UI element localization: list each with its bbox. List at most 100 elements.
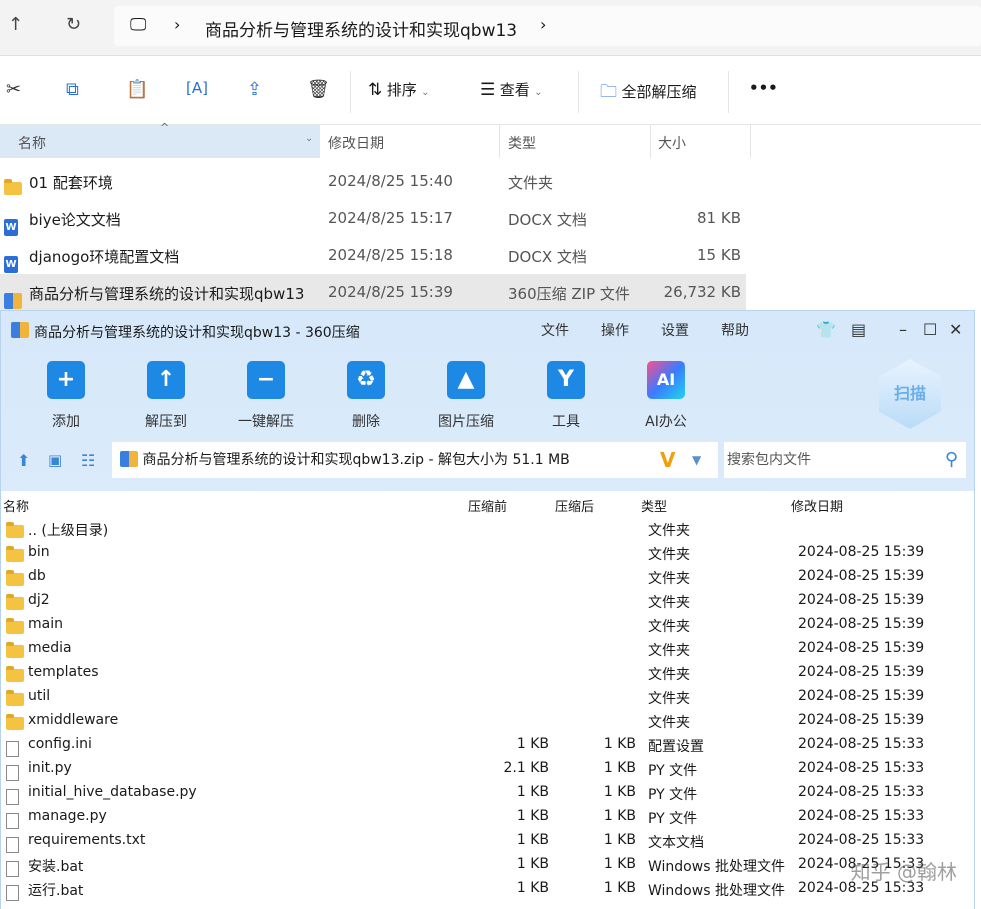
thumbnail-view-icon[interactable]: ▣ [48,451,62,469]
file-name: 商品分析与管理系统的设计和实现qbw13 [29,285,305,303]
add-button[interactable]: + 添加 [26,361,106,431]
tools-button[interactable]: Y 工具 [526,361,606,431]
tool-label: AI办公 [645,414,687,430]
share-icon[interactable]: ⇪ [247,79,262,100]
delete-icon[interactable]: 🗑 [307,79,330,100]
file-icon [6,837,19,853]
file-name: manage.py [28,808,107,824]
archive-row[interactable]: util 文件夹 2024-08-25 15:39 [1,685,974,709]
feedback-icon[interactable]: ▤ [851,320,866,339]
file-date: 2024-08-25 15:39 [798,616,925,632]
computer-icon: 🖵 [130,15,147,35]
more-options-icon[interactable]: ••• [749,79,778,97]
paste-icon[interactable]: 📋 [126,79,148,100]
refresh-icon[interactable]: ↻ [66,14,81,35]
archive-row[interactable]: media 文件夹 2024-08-25 15:39 [1,637,974,661]
up-arrow-icon[interactable]: ↑ [8,14,23,35]
tool-label: 删除 [352,414,380,430]
folder-icon [6,546,24,562]
archive-row[interactable]: init.py 2.1 KB 1 KB PY 文件 2024-08-25 15:33 [1,757,974,781]
view-label: 查看 [499,81,530,99]
up-level-icon[interactable]: ⬆ [17,451,30,470]
tool-label: 工具 [552,414,580,430]
folder-icon [6,570,24,586]
chevron-right-icon[interactable]: › [540,15,546,34]
rename-icon[interactable]: [A] [186,79,208,97]
minimize-icon[interactable]: – [899,320,907,339]
archive-row[interactable]: db 文件夹 2024-08-25 15:39 [1,565,974,589]
archive-row[interactable]: templates 文件夹 2024-08-25 15:39 [1,661,974,685]
file-type: PY 文件 [648,787,698,803]
list-view-icon[interactable]: ☷ [81,451,95,470]
chevron-down-icon[interactable]: ⌄ [305,133,313,144]
close-icon[interactable]: ✕ [949,320,962,339]
menu-file[interactable]: 文件 [541,320,569,340]
archive-row[interactable]: manage.py 1 KB 1 KB PY 文件 2024-08-25 15:33 [1,805,974,829]
sort-icon: ⇅ [368,80,383,100]
ai-office-button[interactable]: AI AI办公 [626,361,706,431]
menu-settings[interactable]: 设置 [661,320,689,340]
file-type: 文件夹 [648,523,690,539]
folder-icon [6,666,24,682]
file-icon [6,861,19,877]
column-size[interactable]: 大小 [658,133,686,153]
archive-row[interactable]: 运行.bat 1 KB 1 KB Windows 批处理文件 2024-08-25 15… [1,877,974,901]
extract-to-button[interactable]: ↑ 解压到 [126,361,206,431]
file-name: xmiddleware [28,712,119,728]
archive-row[interactable]: .. (上级目录) 文件夹 [1,517,974,541]
archive-row[interactable]: initial_hive_database.py 1 KB 1 KB PY 文件 202… [1,781,974,805]
column-type[interactable]: 类型 [641,496,667,515]
cut-icon[interactable]: ✂ [6,79,21,100]
delete-button[interactable]: ♻ 删除 [326,361,406,431]
archive-row[interactable]: bin 文件夹 2024-08-25 15:39 [1,541,974,565]
archive-row[interactable]: 安装.bat 1 KB 1 KB Windows 批处理文件 2024-08-25 15… [1,853,974,877]
search-input[interactable]: 搜索包内文件 ⚲ [724,442,966,478]
file-row[interactable]: 01 配套环境 2024/8/25 15:40 文件夹 [0,163,746,199]
copy-icon[interactable]: ⧉ [66,79,79,100]
column-after[interactable]: 压缩后 [555,496,594,515]
archive-path-field[interactable]: 商品分析与管理系统的设计和实现qbw13.zip - 解包大小为 51.1 MB… [112,442,718,478]
column-date[interactable]: 修改日期 [328,133,384,153]
dropdown-arrow-icon[interactable]: ▼ [692,442,701,478]
archive-row[interactable]: main 文件夹 2024-08-25 15:39 [1,613,974,637]
menu-help[interactable]: 帮助 [721,320,749,340]
column-name[interactable]: 名称 [3,496,29,515]
file-name: dj2 [28,592,50,608]
column-date[interactable]: 修改日期 [791,496,843,515]
extract-folder-icon: 🗀 [600,82,617,102]
file-type: 配置设置 [648,739,704,755]
file-icon [6,789,19,805]
maximize-icon[interactable]: ☐ [923,320,937,339]
archive-row[interactable]: requirements.txt 1 KB 1 KB 文本文档 2024-08-25 1… [1,829,974,853]
file-row[interactable]: Wdjanogo环境配置文档 2024/8/25 15:18 DOCX 文档 15 K… [0,237,746,273]
file-type: Windows 批处理文件 [648,859,785,875]
size-before: 1 KB [516,832,549,848]
breadcrumb[interactable]: 商品分析与管理系统的设计和实现qbw13 [205,16,517,41]
archive-row[interactable]: xmiddleware 文件夹 2024-08-25 15:39 [1,709,974,733]
v-logo-icon[interactable]: V [660,442,675,478]
file-icon [6,885,19,901]
file-name: 安装.bat [28,859,84,875]
folder-icon [6,618,24,634]
sort-button[interactable]: ⇅ 排序 ⌄ [368,79,430,100]
explorer-address-bar: ↑ ↻ 🖵 › 商品分析与管理系统的设计和实现qbw13 › [0,0,981,56]
menu-operate[interactable]: 操作 [601,320,629,340]
scan-button[interactable]: 扫描 [879,359,941,429]
column-before[interactable]: 压缩前 [468,496,507,515]
image-compress-button[interactable]: ▲ 图片压缩 [426,361,506,431]
zip-file-icon [120,451,138,467]
archive-row[interactable]: dj2 文件夹 2024-08-25 15:39 [1,589,974,613]
column-type[interactable]: 类型 [508,133,536,153]
address-field[interactable]: 🖵 › 商品分析与管理系统的设计和实现qbw13 › [114,6,981,46]
archive-row[interactable]: config.ini 1 KB 1 KB 配置设置 2024-08-25 15:33 [1,733,974,757]
skin-icon[interactable]: 👕 [816,320,836,339]
file-row[interactable]: 商品分析与管理系统的设计和实现qbw13 2024/8/25 15:39 360压缩… [0,274,746,310]
search-icon[interactable]: ⚲ [945,442,958,478]
file-row[interactable]: Wbiye论文文档 2024/8/25 15:17 DOCX 文档 81 KB [0,200,746,236]
view-button[interactable]: ☰ 查看 ⌄ [480,79,543,100]
file-icon [6,813,19,829]
extract-all-button[interactable]: 🗀 全部解压缩 [600,79,696,108]
one-click-extract-button[interactable]: − 一键解压 [226,361,306,431]
file-date: 2024-08-25 15:39 [798,568,925,584]
column-name[interactable]: 名称 ^ ⌄ [0,121,320,158]
